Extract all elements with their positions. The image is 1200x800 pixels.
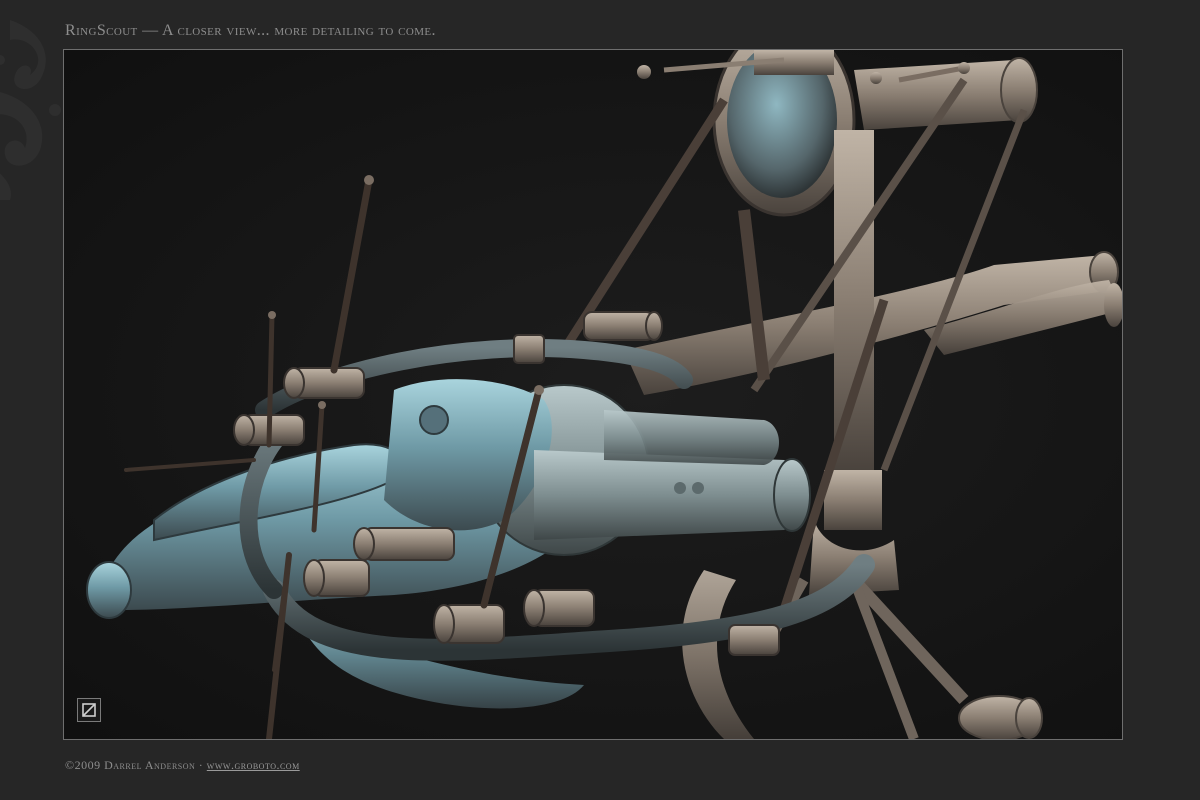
footer-credit: ©2009 Darrel Anderson · www.groboto.com: [65, 758, 300, 773]
gallery-page: RingScout — A closer view... more detail…: [0, 0, 1200, 800]
website-link[interactable]: www.groboto.com: [207, 758, 300, 772]
render-frame: [63, 49, 1123, 740]
spaceship-render-icon: [86, 50, 1122, 739]
copyright-text: ©2009 Darrel Anderson ·: [65, 758, 204, 772]
page-title: RingScout — A closer view... more detail…: [65, 22, 436, 39]
groboto-logo-icon: [77, 698, 101, 722]
